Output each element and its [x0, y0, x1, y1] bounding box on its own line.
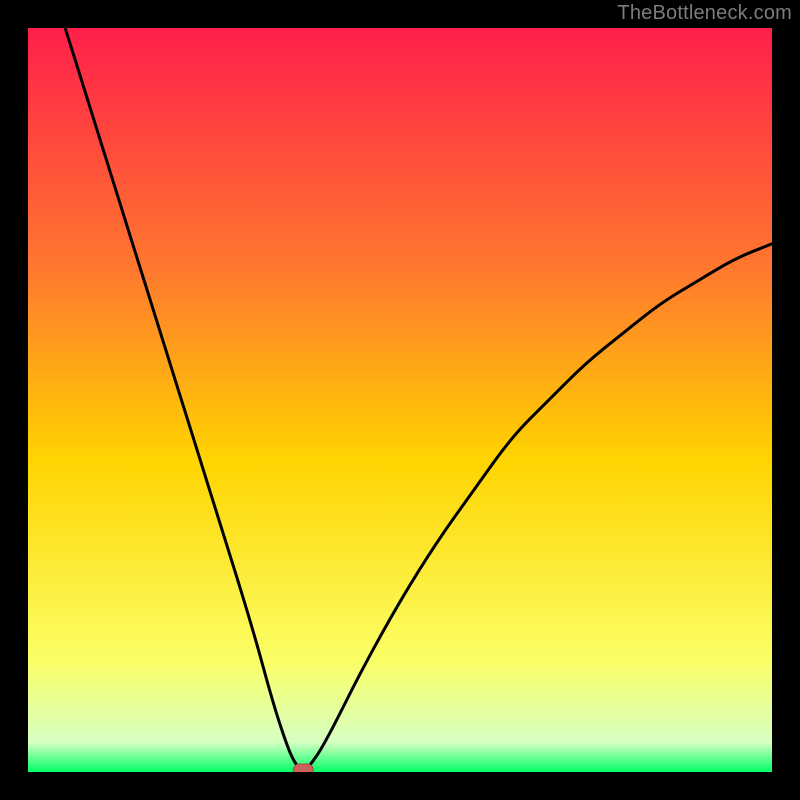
- plot-area: [28, 28, 772, 772]
- gradient-background: [28, 28, 772, 772]
- attribution-label: TheBottleneck.com: [617, 2, 792, 25]
- chart-frame: TheBottleneck.com: [0, 0, 800, 800]
- minimum-marker: [293, 764, 313, 772]
- chart-svg: [28, 28, 772, 772]
